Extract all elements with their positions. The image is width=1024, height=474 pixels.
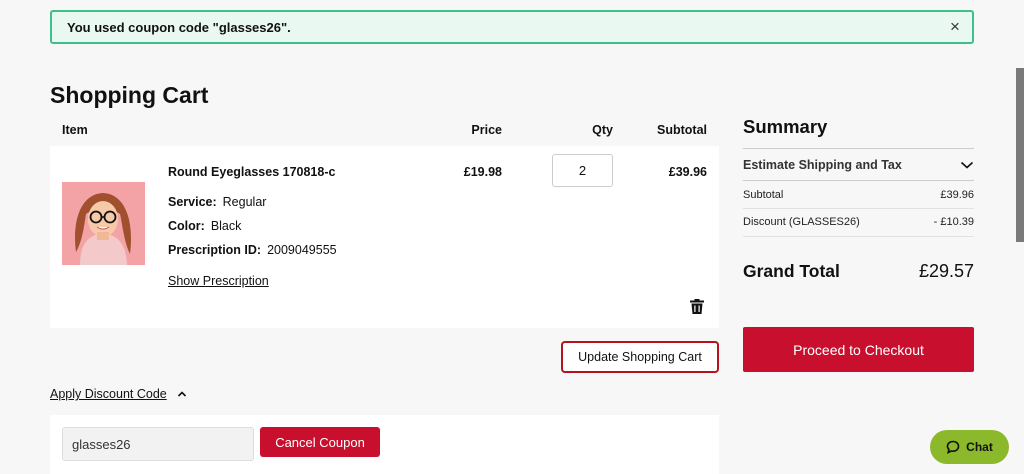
grand-total-value: £29.57 <box>918 261 974 281</box>
divider <box>743 208 974 209</box>
trash-icon[interactable] <box>690 299 704 314</box>
option-color: Color: Black <box>168 219 241 233</box>
summary-discount-row: Discount (GLASSES26) - £10.39 <box>743 216 974 228</box>
apply-discount-toggle[interactable]: Apply Discount Code <box>50 387 187 401</box>
column-header-qty: Qty <box>592 123 613 137</box>
qty-input[interactable] <box>552 154 613 187</box>
show-prescription-link[interactable]: Show Prescription <box>168 274 269 288</box>
option-label: Prescription ID: <box>168 243 262 257</box>
option-label: Color: <box>168 219 205 233</box>
option-value: Regular <box>222 195 267 209</box>
update-cart-button[interactable]: Update Shopping Cart <box>561 341 719 373</box>
apply-discount-label: Apply Discount Code <box>50 387 167 401</box>
cancel-coupon-button[interactable]: Cancel Coupon <box>260 427 380 457</box>
chevron-down-icon <box>960 161 974 169</box>
summary-subtotal-row: Subtotal £39.96 <box>743 189 974 201</box>
summary-subtotal-label: Subtotal <box>743 189 784 201</box>
option-prescription-id: Prescription ID: 2009049555 <box>168 243 337 257</box>
estimate-shipping-label: Estimate Shipping and Tax <box>743 158 902 172</box>
coupon-code-input[interactable] <box>62 427 254 461</box>
column-header-subtotal: Subtotal <box>657 123 707 137</box>
column-header-item: Item <box>62 123 88 137</box>
estimate-shipping-toggle[interactable]: Estimate Shipping and Tax <box>743 150 974 180</box>
divider <box>743 180 974 181</box>
page-scrollbar[interactable] <box>1016 68 1024 242</box>
chat-label: Chat <box>966 440 993 454</box>
grand-total-label: Grand Total <box>743 261 840 281</box>
summary-discount-value: - £10.39 <box>933 216 974 228</box>
item-subtotal: £39.96 <box>668 165 707 179</box>
summary-discount-label: Discount (GLASSES26) <box>743 216 860 228</box>
close-icon[interactable]: × <box>946 17 964 37</box>
chat-bubble-icon <box>946 440 960 454</box>
product-image[interactable] <box>62 182 145 265</box>
page-title: Shopping Cart <box>50 82 209 108</box>
summary-subtotal-value: £39.96 <box>940 189 974 201</box>
coupon-success-notice: You used coupon code "glasses26". × <box>50 10 974 44</box>
divider <box>743 236 974 237</box>
summary-title: Summary <box>743 116 828 137</box>
chat-button[interactable]: Chat <box>930 430 1009 464</box>
grand-total-row: Grand Total £29.57 <box>743 261 974 282</box>
divider <box>743 148 974 149</box>
option-label: Service: <box>168 195 217 209</box>
discount-panel: Cancel Coupon <box>50 415 719 474</box>
option-value: Black <box>210 219 242 233</box>
chevron-up-icon <box>177 391 186 397</box>
cart-item: Round Eyeglasses 170818-c Service: Regula… <box>50 146 719 328</box>
item-price: £19.98 <box>463 165 502 179</box>
option-value: 2009049555 <box>267 243 337 257</box>
option-service: Service: Regular <box>168 195 266 209</box>
proceed-to-checkout-button[interactable]: Proceed to Checkout <box>743 327 974 372</box>
notice-message: You used coupon code "glasses26". <box>67 19 291 35</box>
column-header-price: Price <box>471 123 502 137</box>
product-name[interactable]: Round Eyeglasses 170818-c <box>168 165 335 179</box>
